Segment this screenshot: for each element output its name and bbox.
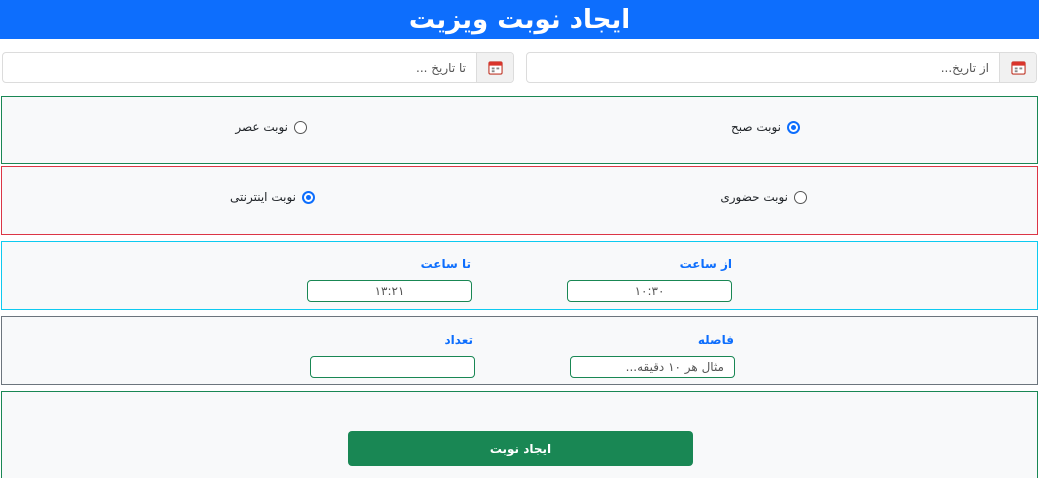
radio-label: نوبت حضوری bbox=[720, 190, 788, 204]
radio-morning-shift[interactable]: نوبت صبح bbox=[731, 120, 800, 134]
to-date-group bbox=[2, 52, 514, 83]
radio-label: نوبت اینترنتی bbox=[230, 190, 296, 204]
radio-label: نوبت صبح bbox=[730, 120, 781, 134]
submit-panel: ایجاد نوبت bbox=[1, 391, 1038, 478]
from-time-label: از ساعت bbox=[679, 257, 732, 271]
radio-button[interactable] bbox=[794, 190, 807, 204]
interval-panel: فاصله تعداد bbox=[1, 316, 1038, 385]
shift-panel: نوبت صبح نوبت عصر bbox=[1, 96, 1038, 164]
from-date-group bbox=[526, 52, 1037, 83]
radio-in-person[interactable]: نوبت حضوری bbox=[720, 190, 807, 204]
create-appointment-button[interactable]: ایجاد نوبت bbox=[348, 431, 693, 466]
from-date-input[interactable] bbox=[527, 53, 999, 82]
radio-button[interactable] bbox=[294, 120, 307, 134]
calendar-icon[interactable] bbox=[476, 53, 513, 82]
page-title: ایجاد نوبت ویزیت bbox=[0, 0, 1039, 39]
count-label: تعداد bbox=[444, 333, 473, 347]
interval-input[interactable] bbox=[570, 356, 735, 378]
to-time-label: تا ساعت bbox=[420, 257, 471, 271]
count-input[interactable] bbox=[310, 356, 475, 378]
interval-label: فاصله bbox=[697, 333, 734, 347]
radio-button[interactable] bbox=[787, 120, 800, 134]
time-range-panel: از ساعت تا ساعت bbox=[1, 241, 1038, 310]
radio-online[interactable]: نوبت اینترنتی bbox=[230, 190, 315, 204]
radio-button[interactable] bbox=[302, 190, 315, 204]
radio-label: نوبت عصر bbox=[235, 120, 288, 134]
visit-type-panel: نوبت حضوری نوبت اینترنتی bbox=[1, 166, 1038, 235]
radio-evening-shift[interactable]: نوبت عصر bbox=[235, 120, 307, 134]
from-time-input[interactable] bbox=[567, 280, 732, 302]
to-time-input[interactable] bbox=[307, 280, 472, 302]
to-date-input[interactable] bbox=[3, 53, 476, 82]
calendar-icon[interactable] bbox=[999, 53, 1036, 82]
